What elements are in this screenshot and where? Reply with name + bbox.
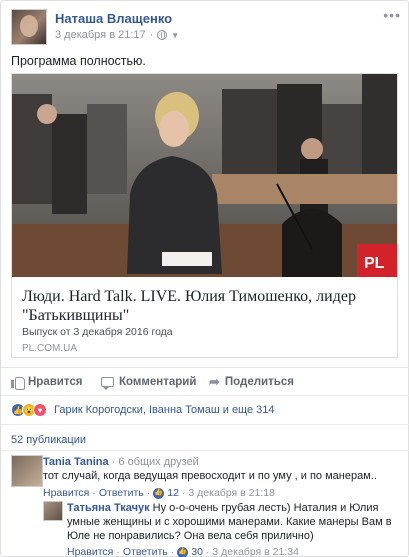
love-reaction-icon: ♥ — [33, 403, 47, 417]
channel-logo: PL — [364, 255, 385, 272]
chevron-down-icon[interactable]: ▼ — [171, 31, 179, 40]
link-description: Выпуск от 3 декабря 2016 года — [22, 326, 173, 338]
link-preview[interactable]: PL Люди. Hard Talk. LIVE. Юлия Тимошенко… — [11, 73, 398, 358]
comment-reply: Татьяна Ткачук Ну о-о-очень грубая лесть… — [43, 501, 403, 557]
reply-reply-link[interactable]: Ответить — [123, 545, 168, 557]
reply-like-link[interactable]: Нравится — [67, 545, 113, 557]
comment-body: Tania Tanina · 6 общих друзей тот случай… — [43, 455, 398, 500]
comments-count[interactable]: 52 публикации — [11, 434, 86, 446]
post-header: Наташа Влащенко 3 декабря в 21:17 · ▼ ••… — [11, 7, 401, 45]
author-avatar[interactable] — [11, 9, 47, 45]
link-preview-image[interactable]: PL — [12, 74, 397, 277]
divider — [1, 424, 409, 425]
post-timestamp[interactable]: 3 декабря в 21:17 — [55, 29, 146, 41]
like-button[interactable]: Нравится — [11, 376, 83, 390]
comment-like-count[interactable]: 12 — [167, 486, 179, 500]
reply-actions: Нравится · Ответить · 👍 30 · 3 декабря в… — [67, 545, 299, 557]
reply-time[interactable]: 3 декабря в 21:34 — [212, 545, 299, 557]
commenter-avatar[interactable] — [11, 455, 43, 487]
post-card: Наташа Влащенко 3 декабря в 21:17 · ▼ ••… — [0, 0, 409, 557]
like-badge-icon: 👍 — [153, 487, 165, 499]
share-label: Поделиться — [224, 376, 294, 388]
comment-icon — [101, 377, 114, 390]
share-button[interactable]: ➦ Поделиться — [209, 374, 294, 389]
comment-button[interactable]: Комментарий — [101, 376, 197, 390]
commenter-name[interactable]: Tania Tanina — [43, 456, 109, 468]
link-title[interactable]: Люди. Hard Talk. LIVE. Юлия Тимошенко, л… — [22, 287, 390, 325]
post-actions: Нравится Комментарий ➦ Поделиться — [1, 367, 409, 395]
comment-actions: Нравится · Ответить · 👍 12 · 3 декабря в… — [43, 486, 275, 500]
thumbs-up-icon — [11, 376, 25, 390]
reply-like-count[interactable]: 30 — [191, 545, 203, 557]
reply-body: Татьяна Ткачук Ну о-о-очень грубая лесть… — [67, 501, 402, 557]
share-icon: ➦ — [209, 374, 220, 389]
reactions-bar[interactable]: 👍 😮 ♥ Гарик Корогодски, Іванна Томаш и е… — [11, 400, 401, 420]
comment-reply-link[interactable]: Ответить — [99, 486, 144, 500]
like-badge-icon: 👍 — [177, 546, 189, 557]
globe-icon[interactable] — [157, 30, 168, 40]
more-icon[interactable]: ••• — [383, 7, 401, 23]
replier-avatar[interactable] — [43, 501, 63, 521]
comment-time[interactable]: 3 декабря в 21:18 — [188, 486, 275, 500]
post-text: Программа полностью. — [11, 54, 146, 68]
post-meta: 3 декабря в 21:17 · ▼ — [55, 29, 180, 41]
reaction-icons[interactable]: 👍 😮 ♥ — [11, 403, 47, 417]
divider — [1, 450, 409, 451]
mutual-friends: · 6 общих друзей — [111, 456, 199, 468]
link-domain: PL.COM.UA — [22, 343, 78, 354]
comment-label: Комментарий — [119, 376, 197, 388]
comment-like-link[interactable]: Нравится — [43, 486, 89, 500]
divider — [1, 395, 409, 396]
comment: Tania Tanina · 6 общих друзей тот случай… — [11, 455, 401, 500]
author-name[interactable]: Наташа Влащенко — [55, 11, 172, 26]
comment-text: тот случай, когда ведущая превосходит и … — [43, 470, 377, 482]
like-label: Нравится — [28, 376, 83, 388]
reaction-names[interactable]: Гарик Корогодски, Іванна Томаш и еще 314 — [54, 404, 275, 416]
replier-name[interactable]: Татьяна Ткачук — [67, 502, 150, 514]
